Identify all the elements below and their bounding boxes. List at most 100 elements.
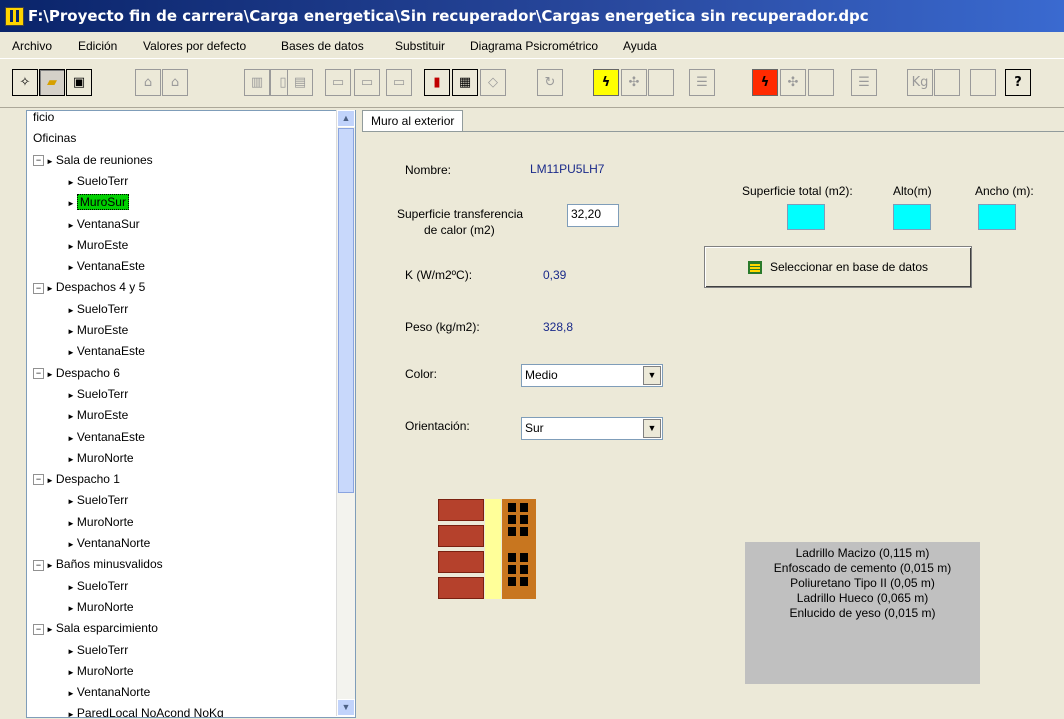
tree-item-label: Despacho 6	[55, 365, 120, 380]
scroll-down-icon[interactable]: ▼	[337, 699, 355, 716]
diamond-icon[interactable]: ◇	[480, 69, 506, 96]
report-icon-2[interactable]: ☰	[851, 69, 877, 96]
report-icon[interactable]: ☰	[689, 69, 715, 96]
tree-item[interactable]: ► SueloTerr	[67, 300, 128, 318]
tree-item[interactable]: ► MuroEste	[67, 236, 128, 254]
roof-icon[interactable]: ▭	[354, 69, 380, 96]
app-icon	[5, 7, 24, 26]
menu-substituir[interactable]: Substituir	[395, 39, 445, 53]
tree-item[interactable]: − ► Baños minusvalidos	[33, 555, 163, 573]
orientacion-select[interactable]: Sur ▼	[521, 417, 663, 440]
floor-icon[interactable]: ▭	[325, 69, 351, 96]
menu-bases-de-datos[interactable]: Bases de datos	[281, 39, 364, 53]
new-icon[interactable]: ✧	[12, 69, 38, 96]
tree-view[interactable]: ficio Oficinas − ► Sala de reuniones ► SueloTe…	[26, 110, 356, 718]
tree-item[interactable]: ► VentanaEste	[67, 257, 145, 275]
red-device-icon[interactable]: ▮	[424, 69, 450, 96]
bolt-yellow-icon[interactable]: ϟ	[593, 69, 619, 96]
tree-item[interactable]: ► SueloTerr	[67, 577, 128, 595]
collapse-icon[interactable]: −	[33, 474, 44, 486]
superficie-total-field[interactable]	[787, 204, 825, 230]
collapse-icon[interactable]: −	[33, 154, 44, 166]
open-folder-icon[interactable]: ▰	[39, 69, 65, 96]
blank-icon[interactable]	[648, 69, 674, 96]
tree-item[interactable]: ► MuroEste	[67, 406, 128, 424]
color-select[interactable]: Medio ▼	[521, 364, 663, 387]
tree-scrollbar[interactable]: ▲ ▼	[336, 110, 355, 716]
blank-icon-4[interactable]	[970, 69, 996, 96]
tree-item[interactable]: ► MuroEste	[67, 321, 128, 339]
tree-item-label: MuroEste	[76, 237, 129, 252]
arrow-right-icon: ►	[67, 454, 75, 464]
house-icon[interactable]: ⌂	[162, 69, 188, 96]
select-database-button[interactable]: Seleccionar en base de datos	[704, 246, 972, 288]
tree-item[interactable]: ► VentanaNorte	[67, 534, 150, 552]
tree-item[interactable]: ► VentanaEste	[67, 428, 145, 446]
tree-item[interactable]: ► ParedLocal NoAcond NoKg	[67, 704, 224, 717]
menu-archivo[interactable]: Archivo	[12, 39, 52, 53]
bolt-red-icon[interactable]: ϟ	[752, 69, 778, 96]
tree-item[interactable]: ► SueloTerr	[67, 491, 128, 509]
tree-item[interactable]: ► VentanaEste	[67, 342, 145, 360]
menu-ayuda[interactable]: Ayuda	[623, 39, 657, 53]
tree-item[interactable]: ► MuroNorte	[67, 449, 134, 467]
superficie-input[interactable]: 32,20	[567, 204, 619, 227]
blank-icon-3[interactable]	[934, 69, 960, 96]
window-icon[interactable]: ▤	[287, 69, 313, 96]
alto-field[interactable]	[893, 204, 931, 230]
tree-item[interactable]: − ► Sala de reuniones	[33, 151, 153, 169]
help-icon[interactable]: ?	[1005, 69, 1031, 96]
tree-item[interactable]: − ► Despacho 6	[33, 364, 120, 382]
properties-panel: Nombre: LM11PU5LH7 Superficie transferen…	[362, 131, 1064, 719]
menu-valores-por-defecto[interactable]: Valores por defecto	[143, 39, 246, 53]
tree-item[interactable]: ► SueloTerr	[67, 385, 128, 403]
tree-item-label: SueloTerr	[76, 493, 129, 508]
ancho-field[interactable]	[978, 204, 1016, 230]
tree-item-label: Oficinas	[33, 131, 77, 146]
tree-item[interactable]: − ► Despachos 4 y 5	[33, 278, 145, 296]
hollow-brick-layer	[502, 499, 536, 599]
collapse-icon[interactable]: −	[33, 623, 44, 635]
layer-line: Enlucido de yeso (0,015 m)	[789, 606, 936, 620]
menu-bar: Archivo Edición Valores por defecto Base…	[0, 32, 1064, 58]
save-icon[interactable]: ▣	[66, 69, 92, 96]
tree-item[interactable]: ► SueloTerr	[67, 172, 128, 190]
collapse-icon[interactable]: −	[33, 282, 44, 294]
tree-item[interactable]: ► VentanaSur	[67, 215, 140, 233]
chevron-down-icon[interactable]: ▼	[643, 419, 661, 438]
layers-box: Ladrillo Macizo (0,115 m) Enfoscado de c…	[745, 542, 980, 684]
chip-icon[interactable]: ▦	[452, 69, 478, 96]
ceiling-icon[interactable]: ▭	[386, 69, 412, 96]
wall-icon[interactable]: ▥	[244, 69, 270, 96]
tree-item[interactable]: Oficinas	[33, 129, 76, 147]
fan-icon-2[interactable]: ✣	[780, 69, 806, 96]
building-icon[interactable]: ⌂	[135, 69, 161, 96]
blank-icon-2[interactable]	[808, 69, 834, 96]
refresh-icon[interactable]: ↻	[537, 69, 563, 96]
tree-item[interactable]: ficio	[33, 111, 54, 126]
scroll-up-icon[interactable]: ▲	[337, 110, 355, 127]
menu-diagrama-psicrometrico[interactable]: Diagrama Psicrométrico	[470, 39, 598, 53]
tree-item[interactable]: ► MuroNorte	[67, 662, 134, 680]
tree-item[interactable]: − ► Sala esparcimiento	[33, 619, 158, 637]
tree-item[interactable]: ► VentanaNorte	[67, 683, 150, 701]
collapse-icon[interactable]: −	[33, 559, 44, 571]
menu-edicion[interactable]: Edición	[78, 39, 117, 53]
scroll-thumb[interactable]	[338, 128, 354, 493]
arrow-right-icon: ►	[67, 241, 75, 251]
tree-item[interactable]: − ► Despacho 1	[33, 470, 120, 488]
fan-icon[interactable]: ✣	[621, 69, 647, 96]
kg-icon[interactable]: Kg	[907, 69, 933, 96]
tree-item[interactable]: ► SueloTerr	[67, 641, 128, 659]
tree-item-label: SueloTerr	[76, 173, 129, 188]
tree-item[interactable]: ► MuroNorte	[67, 598, 134, 616]
orientacion-label: Orientación:	[405, 419, 470, 433]
arrow-right-icon: ►	[67, 348, 75, 358]
tab-muro-al-exterior[interactable]: Muro al exterior	[362, 110, 464, 133]
tree-item[interactable]: ► MuroSur	[67, 193, 129, 211]
chevron-down-icon[interactable]: ▼	[643, 366, 661, 385]
tree-item-label: MuroNorte	[76, 599, 134, 614]
collapse-icon[interactable]: −	[33, 367, 44, 379]
tree-item[interactable]: ► MuroNorte	[67, 513, 134, 531]
brick-layer	[438, 577, 484, 599]
